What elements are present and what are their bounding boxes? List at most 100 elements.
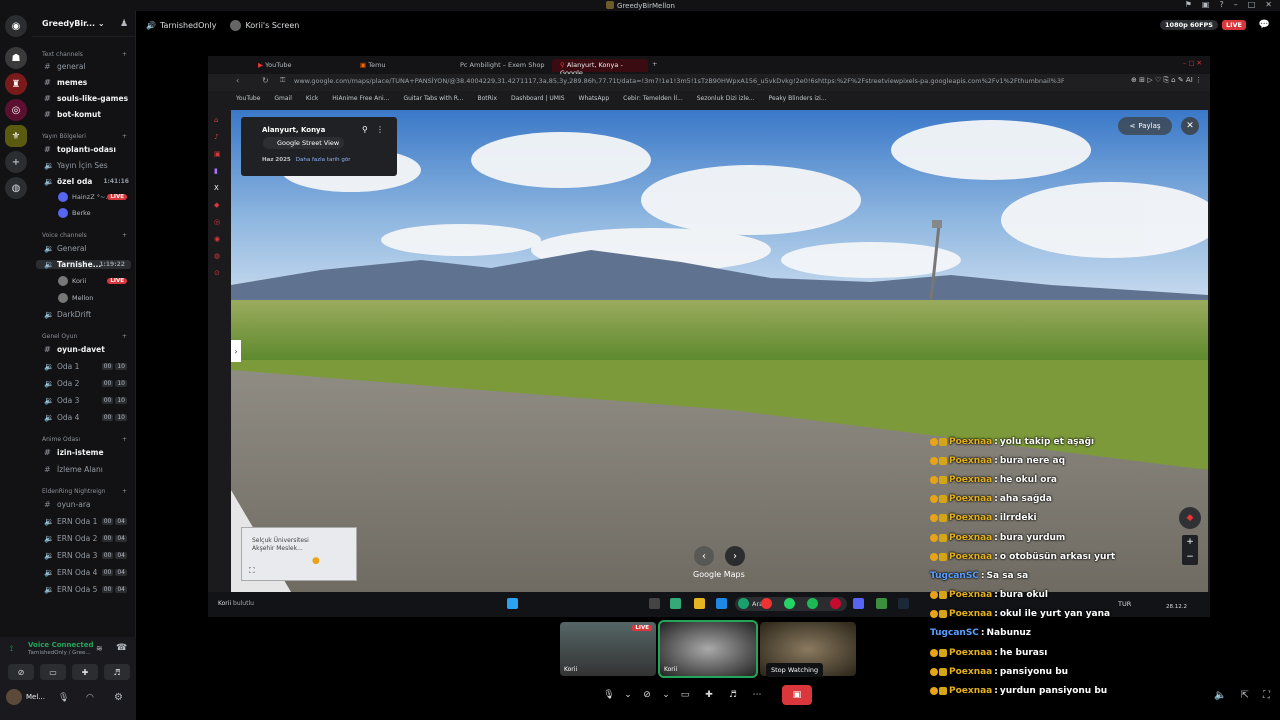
- soundboard-button[interactable]: ♬: [724, 686, 742, 704]
- sidebar-icon[interactable]: ◆: [214, 201, 226, 209]
- category-voice[interactable]: Voice channels +: [32, 232, 135, 239]
- voice-connected-channel[interactable]: TarnishedOnly / Gree...: [28, 650, 91, 656]
- share-button[interactable]: ⋖ Paylaş: [1118, 117, 1172, 135]
- server-icon[interactable]: ♜: [5, 73, 27, 95]
- more-icon[interactable]: ⋮: [376, 125, 384, 134]
- add-channel-icon[interactable]: +: [122, 436, 127, 443]
- explorer-icon[interactable]: [694, 598, 705, 609]
- sidebar-icon[interactable]: ▣: [214, 150, 226, 158]
- elden-channel-3[interactable]: 🔉 ERN Oda 3 00 04: [32, 551, 135, 560]
- bookmark-item[interactable]: Guitar Tabs with R...: [403, 95, 463, 102]
- mic-options-chevron-icon[interactable]: ⌄: [624, 686, 632, 704]
- windows-start-icon[interactable]: [507, 598, 518, 609]
- server-icon[interactable]: ◎: [5, 99, 27, 121]
- tab-google-maps[interactable]: ⚲ Alanyurt, Konya - Google: [552, 59, 648, 77]
- task-view-icon[interactable]: [649, 598, 660, 609]
- files-icon[interactable]: [716, 598, 727, 609]
- discover-icon[interactable]: ◍: [5, 177, 27, 199]
- elden-channel-2[interactable]: 🔉 ERN Oda 2 00 04: [32, 534, 135, 543]
- camera-off-button[interactable]: ⊘: [8, 664, 34, 680]
- spotify-icon[interactable]: [807, 598, 818, 609]
- discord-icon[interactable]: [853, 598, 864, 609]
- game-channel-0[interactable]: # oyun-davet: [32, 345, 135, 354]
- bookmark-item[interactable]: WhatsApp: [579, 95, 610, 102]
- x-icon[interactable]: X: [214, 184, 226, 192]
- sidebar-icon[interactable]: ◉: [214, 235, 226, 243]
- settings-icon[interactable]: ⚙: [114, 692, 123, 703]
- new-tab-icon[interactable]: +: [652, 60, 657, 68]
- bookmark-item[interactable]: YouTube: [236, 95, 260, 102]
- bookmark-item[interactable]: BotRix: [477, 95, 497, 102]
- edge-icon[interactable]: [738, 598, 749, 609]
- add-channel-icon[interactable]: +: [122, 333, 127, 340]
- category-text[interactable]: Text channels +: [32, 51, 135, 58]
- bookmark-item[interactable]: Sezonluk Dizi izle...: [697, 95, 755, 102]
- soundboard-button[interactable]: ♬: [104, 664, 130, 680]
- category-streams[interactable]: Yayın Bölgeleri +: [32, 133, 135, 140]
- camera-options-chevron-icon[interactable]: ⌄: [662, 686, 670, 704]
- popout-icon[interactable]: ⇱: [1241, 690, 1249, 701]
- more-options-button[interactable]: ⋯: [748, 686, 766, 704]
- more-dates-link[interactable]: Daha fazla tarih gör: [296, 157, 351, 163]
- tab-youtube[interactable]: ▶ YouTube: [250, 59, 300, 72]
- help-icon[interactable]: ?: [1219, 0, 1223, 9]
- channel-stream-2[interactable]: 🔉 özel oda 1:41:16: [32, 177, 135, 186]
- game-channel-4[interactable]: 🔉 Oda 4 00 10: [32, 413, 135, 422]
- minimize-icon[interactable]: –: [1234, 0, 1238, 9]
- tab-ambilight[interactable]: Pc Ambilight – Exem Shop: [452, 59, 553, 72]
- extensions-icon[interactable]: ⊕ ⊞ ▷ ♡ ⎘ ⌂ ✎ AI ⋮: [1131, 76, 1202, 85]
- game-channel-2[interactable]: 🔉 Oda 2 00 10: [32, 379, 135, 388]
- expand-icon[interactable]: ⛶: [249, 566, 255, 576]
- activities-button[interactable]: ✚: [700, 686, 718, 704]
- anime-channel-0[interactable]: # izin-isteme: [32, 448, 135, 457]
- pin-icon[interactable]: ⚑: [1185, 0, 1192, 9]
- server-icon-active[interactable]: ⚜: [5, 125, 27, 147]
- minimap[interactable]: Selçuk Üniversitesi Akşehir Meslek... ⛶ ●: [241, 527, 357, 581]
- waveform-icon[interactable]: ≋: [96, 644, 103, 653]
- clock[interactable]: 28.12.2: [1166, 604, 1187, 610]
- voice-channel-2[interactable]: 🔉 DarkDrift: [32, 310, 135, 319]
- add-channel-icon[interactable]: +: [122, 133, 127, 140]
- add-channel-icon[interactable]: +: [122, 232, 127, 239]
- voice-user[interactable]: Mellon: [32, 293, 135, 303]
- tab-temu[interactable]: ▣ Temu: [352, 59, 394, 72]
- whatsapp-icon[interactable]: [784, 598, 795, 609]
- sidebar-icon[interactable]: ⌂: [214, 116, 226, 124]
- server-header[interactable]: GreedyBir... ⌄ ♟: [32, 11, 135, 37]
- category-game[interactable]: Genel Oyun +: [32, 333, 135, 340]
- chrome-icon[interactable]: [761, 598, 772, 609]
- participant-tile-selected[interactable]: Korii: [658, 620, 758, 678]
- server-icon[interactable]: ☗: [5, 47, 27, 69]
- category-anime[interactable]: Anime Odası +: [32, 436, 135, 443]
- back-icon[interactable]: ‹: [236, 76, 239, 85]
- voice-channel-0[interactable]: 🔉 General: [32, 244, 135, 253]
- elden-channel-0[interactable]: # oyun-ara: [32, 500, 135, 509]
- collapse-panel-button[interactable]: ›: [231, 340, 241, 362]
- bookmark-item[interactable]: Cebir: Temelden İl...: [623, 95, 683, 102]
- chat-icon[interactable]: 💬: [1259, 20, 1270, 30]
- bookmark-item[interactable]: Gmail: [274, 95, 292, 102]
- add-channel-icon[interactable]: +: [122, 488, 127, 495]
- share-screen-button[interactable]: ▭: [40, 664, 66, 680]
- reload-icon[interactable]: ↻: [262, 76, 269, 85]
- stop-watching-button[interactable]: ▣: [782, 685, 812, 705]
- twitch-icon[interactable]: ▮: [214, 167, 226, 175]
- voice-channel-name[interactable]: TarnishedOnly: [160, 21, 216, 30]
- game-channel-1[interactable]: 🔉 Oda 1 00 10: [32, 362, 135, 371]
- channel-1[interactable]: # memes: [32, 78, 135, 87]
- sidebar-icon[interactable]: ◍: [214, 252, 226, 260]
- camera-off-button[interactable]: ⊘: [638, 686, 656, 704]
- user-info[interactable]: Mel...: [6, 689, 45, 705]
- category-elden[interactable]: EldenRing Nightreign +: [32, 488, 135, 495]
- url-input[interactable]: www.google.com/maps/place/TUNA+PANSİYON/…: [294, 77, 1064, 85]
- elden-channel-4[interactable]: 🔉 ERN Oda 4 00 04: [32, 568, 135, 577]
- store-icon[interactable]: [670, 598, 681, 609]
- game-channel-3[interactable]: 🔉 Oda 3 00 10: [32, 396, 135, 405]
- voice-channel-1[interactable]: 🔉 Tarnishe... 1:19:22: [36, 260, 131, 269]
- next-arrow-button[interactable]: ›: [725, 546, 745, 566]
- invite-icon[interactable]: ♟: [120, 19, 128, 29]
- add-server-icon[interactable]: +: [5, 151, 27, 173]
- mic-icon[interactable]: 🎙: [58, 693, 69, 703]
- signal-icon[interactable]: ⟟: [10, 644, 13, 654]
- mic-button[interactable]: 🎙: [600, 686, 618, 704]
